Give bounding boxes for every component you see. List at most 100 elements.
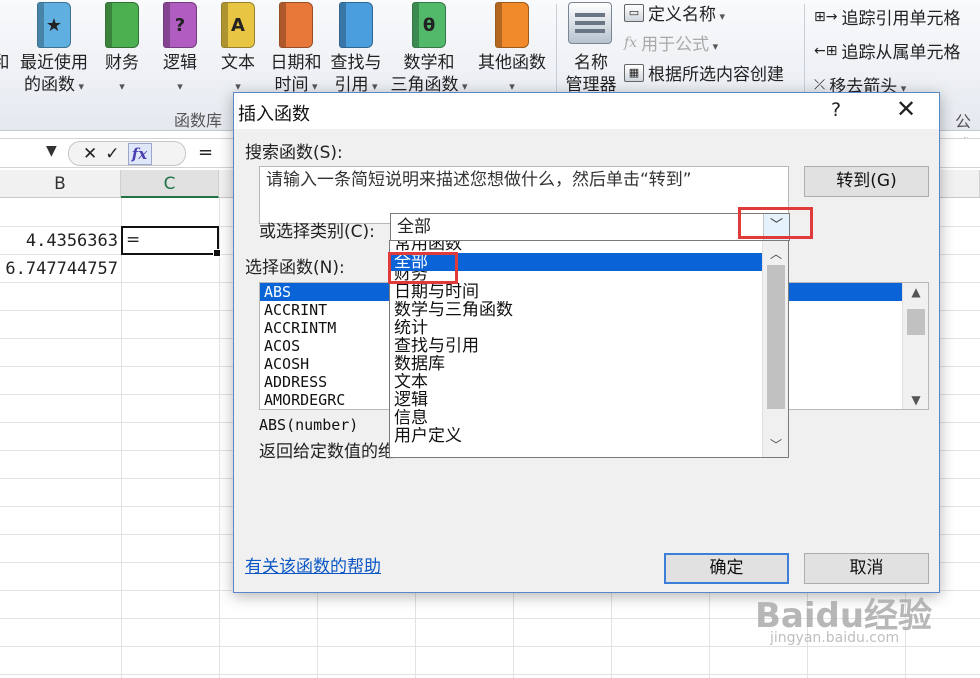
dropdown-arrow xyxy=(100,74,144,98)
cancel-entry-icon[interactable]: ✕ xyxy=(83,144,97,164)
chevron-down-icon[interactable]: ﹀ xyxy=(763,436,788,453)
function-list-scrollbar[interactable]: ▲ ▼ xyxy=(902,283,928,409)
category-option[interactable]: 日期与时间 xyxy=(390,283,788,301)
dialog-title: 插入函数 xyxy=(238,104,310,125)
category-option[interactable]: 数学与三角函数 xyxy=(390,301,788,319)
lookup-reference-button[interactable]: 查找与 引用 xyxy=(328,0,384,98)
column-header-c[interactable]: C xyxy=(121,170,219,198)
tag-icon: ▭ xyxy=(624,3,644,22)
book-theta-icon: θ xyxy=(412,2,446,48)
ribbon-label: 查找与 xyxy=(330,53,382,73)
ok-button[interactable]: 确定 xyxy=(664,553,789,584)
ribbon-label: 根据所选内容创建 xyxy=(648,65,784,85)
group-label-function-library: 函数库 xyxy=(174,111,223,130)
book-text-icon: A xyxy=(221,2,255,48)
table-icon: ▦ xyxy=(624,63,644,82)
baidu-watermark-url: jingyan.baidu.com xyxy=(770,630,900,646)
create-from-selection-button[interactable]: ▦ 根据所选内容创建 xyxy=(624,60,784,85)
column-line xyxy=(121,198,122,678)
search-label: 搜索函数(S): xyxy=(245,143,343,163)
ribbon-label: 文本 xyxy=(221,53,255,73)
category-option[interactable]: 全部 xyxy=(390,253,788,271)
text-button[interactable]: A 文本 xyxy=(216,0,260,98)
ribbon-label: 名称 xyxy=(574,53,608,73)
confirm-entry-icon[interactable]: ✓ xyxy=(105,144,119,164)
remove-arrows-icon: ⤫ xyxy=(814,76,826,93)
ribbon-label: 日期和 xyxy=(270,53,322,73)
group-separator xyxy=(556,4,557,104)
cancel-button[interactable]: 取消 xyxy=(804,553,929,584)
cell-b1[interactable]: 4.4356363 xyxy=(0,227,118,255)
go-button[interactable]: 转到(G) xyxy=(804,166,929,197)
scroll-down-icon[interactable]: ▼ xyxy=(903,393,928,407)
book-question-icon: ? xyxy=(163,2,197,48)
ribbon-label: 追踪引用单元格 xyxy=(841,9,961,29)
scroll-thumb[interactable] xyxy=(767,265,785,409)
category-option[interactable]: 文本 xyxy=(390,373,788,391)
chevron-up-icon[interactable]: ︿ xyxy=(763,245,788,262)
book-magnifier-icon xyxy=(339,2,373,48)
category-option[interactable]: 常用函数 xyxy=(390,241,788,253)
define-name-button[interactable]: ▭ 定义名称 xyxy=(624,0,725,25)
category-label: 或选择类别(C): xyxy=(259,222,375,242)
trace-precedents-button[interactable]: ⊞→ 追踪引用单元格 xyxy=(814,4,961,30)
book-money-icon xyxy=(105,2,139,48)
dropdown-arrow xyxy=(158,74,202,98)
ribbon-label: 其他函数 xyxy=(478,53,546,73)
more-functions-button[interactable]: 其他函数 xyxy=(474,0,550,98)
recent-functions-button[interactable]: ★ 最近使用 的函数 xyxy=(16,0,92,98)
function-help-link[interactable]: 有关该函数的帮助 xyxy=(245,552,381,577)
date-time-button[interactable]: 日期和 时间 xyxy=(268,0,324,98)
trace-dependents-button[interactable]: ←⊞ 追踪从属单元格 xyxy=(814,38,961,64)
ribbon-label: 追踪从属单元格 xyxy=(841,43,961,63)
row-line xyxy=(0,674,980,675)
formula-input[interactable]: = xyxy=(198,142,213,163)
chevron-down-icon[interactable]: ﹀ xyxy=(763,214,789,240)
dialog-titlebar[interactable]: 插入函数 ? ✕ xyxy=(234,93,939,129)
ribbon-label: 财务 xyxy=(105,53,139,73)
formula-bar-buttons: ✕ ✓ fx xyxy=(68,141,186,166)
ribbon-label: 逻辑 xyxy=(163,53,197,73)
category-option[interactable]: 数据库 xyxy=(390,355,788,373)
column-header-b[interactable]: B xyxy=(0,170,121,198)
help-icon[interactable]: ? xyxy=(831,99,841,121)
financial-button[interactable]: 财务 xyxy=(100,0,144,98)
category-option[interactable]: 逻辑 xyxy=(390,391,788,409)
book-calendar-icon xyxy=(279,2,313,48)
active-cell-c1[interactable]: = xyxy=(121,226,221,257)
function-label: 选择函数(N): xyxy=(245,258,345,278)
ribbon-label: 用于公式 xyxy=(641,30,718,55)
use-in-formula-button[interactable]: fx 用于公式 xyxy=(624,30,718,56)
ribbon-label: 数学和 xyxy=(403,53,455,73)
name-manager-icon xyxy=(568,2,612,44)
column-line xyxy=(219,198,220,678)
category-option[interactable]: 统计 xyxy=(390,319,788,337)
insert-function-button[interactable]: fx xyxy=(127,142,152,165)
ribbon-autosum-partial[interactable]: 和 xyxy=(0,0,12,74)
function-description: 返回给定数值的绝 xyxy=(259,442,395,462)
category-option[interactable]: 查找与引用 xyxy=(390,337,788,355)
ribbon-label: 的函数 xyxy=(16,74,92,98)
ribbon-label: 最近使用 xyxy=(20,53,88,73)
cell-b2[interactable]: 6.747744757 xyxy=(0,255,118,283)
group-separator xyxy=(804,4,805,104)
book-star-icon: ★ xyxy=(37,2,71,48)
category-option[interactable]: 财务 xyxy=(390,271,788,283)
name-box-dropdown-icon[interactable]: ▼ xyxy=(46,143,57,159)
scroll-thumb[interactable] xyxy=(907,309,925,335)
row-line xyxy=(0,646,980,647)
ribbon-label: 定义名称 xyxy=(648,0,725,25)
logical-button[interactable]: ? 逻辑 xyxy=(158,0,202,98)
category-select[interactable]: 全部 ﹀ xyxy=(390,213,790,241)
category-option[interactable]: 信息 xyxy=(390,409,788,427)
category-list-scrollbar[interactable]: ︿ ﹀ xyxy=(762,241,788,457)
category-value: 全部 xyxy=(397,217,431,237)
category-dropdown-list[interactable]: 常用函数 全部 财务 日期与时间 数学与三角函数 统计 查找与引用 数据库 文本… xyxy=(389,240,789,458)
fx-icon: fx xyxy=(624,34,638,51)
math-trig-button[interactable]: θ 数学和 三角函数 xyxy=(388,0,470,98)
scroll-up-icon[interactable]: ▲ xyxy=(903,285,928,299)
ribbon-label: 和 xyxy=(0,53,10,73)
function-signature: ABS(number) xyxy=(259,416,359,434)
category-option[interactable]: 用户定义 xyxy=(390,427,788,445)
close-icon[interactable]: ✕ xyxy=(896,95,916,123)
